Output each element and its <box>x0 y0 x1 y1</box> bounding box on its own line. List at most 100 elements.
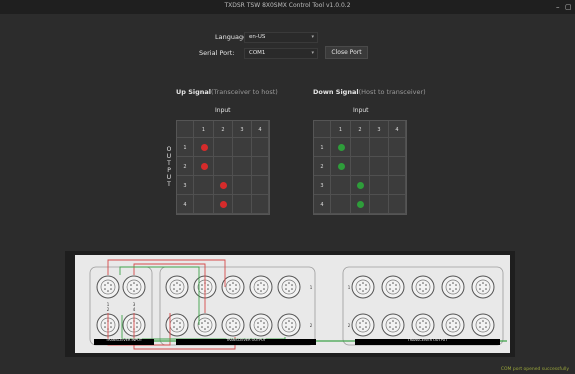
down-matrix-cell[interactable] <box>351 157 370 176</box>
port-pin <box>419 288 421 290</box>
up-matrix-header-cell <box>177 121 194 138</box>
port-pin <box>229 322 231 324</box>
down-matrix-cell[interactable] <box>389 195 406 214</box>
down-matrix-cell[interactable] <box>370 157 389 176</box>
down-output-number: 3 <box>320 183 324 189</box>
port-pin <box>479 288 481 290</box>
port-pin <box>419 326 421 328</box>
output-row-number: 2 <box>310 323 313 328</box>
port-pin <box>291 326 293 328</box>
output-row-number: 1 <box>348 285 351 290</box>
port-pin <box>179 322 181 324</box>
down-matrix-cell[interactable] <box>389 176 406 195</box>
port-pin <box>257 326 259 328</box>
port-pin <box>263 326 265 328</box>
port-pin <box>263 284 265 286</box>
maximize-button[interactable]: ▢ <box>565 2 572 12</box>
port-connector-icon <box>471 275 495 299</box>
up-route-dot[interactable] <box>220 182 227 189</box>
input-group-outline <box>89 266 153 346</box>
port-pin <box>291 322 293 324</box>
down-matrix-header-cell: 4 <box>389 121 406 138</box>
up-matrix-cell[interactable] <box>194 195 214 214</box>
port-pin <box>107 282 109 284</box>
port-pin <box>392 328 394 330</box>
down-matrix-cell[interactable] <box>389 138 406 157</box>
close-port-button[interactable]: Close Port <box>325 46 368 59</box>
port-pin <box>204 328 206 330</box>
up-matrix-cell[interactable] <box>233 157 252 176</box>
port-pin <box>359 288 361 290</box>
down-route-dot[interactable] <box>357 201 364 208</box>
down-matrix-cell[interactable] <box>331 176 351 195</box>
up-matrix-cell[interactable] <box>194 176 214 195</box>
down-input-label: Input <box>353 107 369 114</box>
port-pin <box>260 320 262 322</box>
down-matrix-cell[interactable] <box>389 157 406 176</box>
port-pin <box>260 328 262 330</box>
port-pin <box>176 290 178 292</box>
down-matrix-header-cell: 1 <box>314 138 331 157</box>
port-pin <box>392 320 394 322</box>
up-route-dot[interactable] <box>220 201 227 208</box>
port-pin <box>291 284 293 286</box>
port-pin <box>288 290 290 292</box>
panel-label-transceiver-input: TRANSCEIVER INPUT <box>94 338 154 345</box>
port-pin <box>288 320 290 322</box>
port-pin <box>204 320 206 322</box>
down-matrix-header-cell <box>314 121 331 138</box>
port-pin <box>232 290 234 292</box>
port-pin <box>136 284 138 286</box>
up-matrix-cell[interactable] <box>233 195 252 214</box>
down-route-dot[interactable] <box>337 163 345 170</box>
up-input-label: Input <box>215 107 231 114</box>
input-port-number: 4 <box>133 307 136 312</box>
up-matrix-cell[interactable] <box>233 176 252 195</box>
port-pin <box>425 322 427 324</box>
down-matrix-cell[interactable] <box>370 195 389 214</box>
down-input-number: 1 <box>338 127 343 133</box>
port-pin <box>362 282 364 284</box>
port-connector-icon <box>441 313 465 337</box>
up-matrix-header-cell: 1 <box>194 121 214 138</box>
down-route-dot[interactable] <box>357 182 364 189</box>
up-matrix-cell[interactable] <box>214 157 233 176</box>
port-pin <box>104 288 106 290</box>
minimize-button[interactable]: – <box>556 2 560 12</box>
up-matrix-cell[interactable] <box>214 138 233 157</box>
port-pin <box>130 326 132 328</box>
up-matrix-cell[interactable] <box>252 138 269 157</box>
down-output-number: 2 <box>320 164 324 170</box>
up-signal-title: Up Signal <box>176 88 211 96</box>
down-matrix-cell[interactable] <box>370 138 389 157</box>
port-pin <box>136 326 138 328</box>
up-matrix-cell[interactable] <box>252 157 269 176</box>
port-pin <box>176 320 178 322</box>
up-output-number: 2 <box>183 164 187 170</box>
up-matrix-cell[interactable] <box>252 176 269 195</box>
port-pin <box>257 284 259 286</box>
port-pin <box>452 320 454 322</box>
port-pin <box>479 322 481 324</box>
up-signal-heading: Up Signal(Transceiver to host) <box>176 88 278 96</box>
port-pin <box>107 290 109 292</box>
down-route-dot[interactable] <box>337 144 345 151</box>
port-pin <box>235 326 237 328</box>
up-route-dot[interactable] <box>200 144 208 151</box>
up-route-dot[interactable] <box>200 163 208 170</box>
down-matrix-cell[interactable] <box>331 195 351 214</box>
up-matrix-cell[interactable] <box>252 195 269 214</box>
down-matrix-cell[interactable] <box>370 176 389 195</box>
port-pin <box>130 322 132 324</box>
port-pin <box>455 326 457 328</box>
down-matrix-cell[interactable] <box>351 138 370 157</box>
port-pin <box>389 284 391 286</box>
port-connector-icon <box>351 313 375 337</box>
up-matrix-cell[interactable] <box>233 138 252 157</box>
port-pin <box>395 284 397 286</box>
port-pin <box>288 282 290 284</box>
serial-port-select[interactable]: COM1 ▾ <box>244 48 318 59</box>
language-select[interactable]: en-US ▾ <box>244 32 318 43</box>
port-pin <box>285 284 287 286</box>
port-pin <box>173 322 175 324</box>
